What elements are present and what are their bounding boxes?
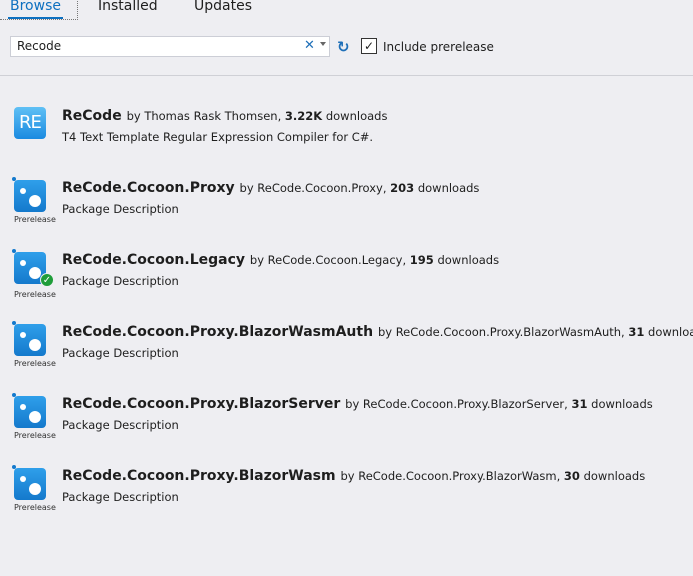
package-description: Package Description	[62, 418, 179, 432]
refresh-icon[interactable]: ↻	[337, 38, 350, 56]
downloads-label: downloads	[591, 397, 653, 411]
package-author: by ReCode.Cocoon.Proxy.BlazorWasmAuth,	[377, 325, 625, 339]
package-author: by Thomas Rask Thomsen,	[126, 109, 282, 123]
nuget-package-icon	[12, 465, 46, 500]
package-row[interactable]: Prerelease ReCode.Cocoon.Proxy.BlazorSer…	[0, 393, 693, 456]
package-row[interactable]: Prerelease ReCode.Cocoon.Proxy by ReCode…	[0, 177, 693, 240]
package-description: Package Description	[62, 274, 179, 288]
divider	[0, 75, 693, 76]
package-downloads: 203	[390, 181, 415, 195]
package-row[interactable]: RE ReCode by Thomas Rask Thomsen, 3.22K …	[0, 107, 693, 167]
package-downloads: 195	[409, 253, 434, 267]
search-history-dropdown-icon[interactable]	[320, 42, 326, 46]
include-prerelease-checkbox[interactable]: ✓	[361, 38, 377, 54]
prerelease-badge: Prerelease	[14, 290, 56, 299]
recode-package-icon: RE	[14, 107, 46, 139]
package-downloads: 30	[563, 469, 580, 483]
prerelease-badge: Prerelease	[14, 503, 56, 512]
downloads-label: downloads	[583, 469, 646, 483]
downloads-label: downloads	[417, 181, 480, 195]
package-downloads: 3.22K	[284, 109, 323, 123]
package-description: Package Description	[62, 202, 179, 216]
clear-search-icon[interactable]: ✕	[304, 38, 315, 53]
nuget-package-icon	[12, 321, 46, 356]
tab-updates[interactable]: Updates	[194, 0, 252, 14]
package-author: by ReCode.Cocoon.Proxy.BlazorServer,	[345, 397, 568, 411]
search-input[interactable]: Recode	[10, 36, 330, 57]
package-row[interactable]: Prerelease ReCode.Cocoon.Proxy.BlazorWas…	[0, 321, 693, 384]
installed-check-icon: ✓	[40, 273, 54, 287]
package-downloads: 31	[628, 325, 645, 339]
downloads-label: downloads	[325, 109, 388, 123]
package-row[interactable]: ✓ Prerelease ReCode.Cocoon.Legacy by ReC…	[0, 249, 693, 312]
package-author: by ReCode.Cocoon.Proxy.BlazorWasm,	[340, 469, 561, 483]
package-name: ReCode.Cocoon.Proxy.BlazorWasmAuth	[62, 324, 374, 340]
package-author: by ReCode.Cocoon.Legacy,	[249, 253, 407, 267]
package-name: ReCode.Cocoon.Proxy.BlazorWasm	[62, 468, 336, 484]
package-row[interactable]: Prerelease ReCode.Cocoon.Proxy.BlazorWas…	[0, 465, 693, 528]
prerelease-badge: Prerelease	[14, 359, 56, 368]
package-description: Package Description	[62, 346, 179, 360]
package-name: ReCode.Cocoon.Legacy	[62, 252, 246, 268]
package-description: T4 Text Template Regular Expression Comp…	[62, 130, 374, 144]
package-name: ReCode.Cocoon.Proxy.BlazorServer	[62, 396, 341, 412]
prerelease-badge: Prerelease	[14, 215, 56, 224]
downloads-label: downloads	[648, 325, 693, 339]
tab-installed[interactable]: Installed	[98, 0, 158, 14]
package-author: by ReCode.Cocoon.Proxy,	[239, 181, 387, 195]
package-description: Package Description	[62, 490, 179, 504]
prerelease-badge: Prerelease	[14, 431, 56, 440]
nuget-package-icon	[12, 177, 46, 212]
downloads-label: downloads	[437, 253, 500, 267]
package-downloads: 31	[571, 397, 588, 411]
include-prerelease-label[interactable]: Include prerelease	[383, 40, 494, 54]
tab-browse[interactable]: Browse	[8, 0, 63, 19]
package-name: ReCode	[62, 108, 122, 124]
package-name: ReCode.Cocoon.Proxy	[62, 180, 235, 196]
nuget-package-icon	[12, 393, 46, 428]
